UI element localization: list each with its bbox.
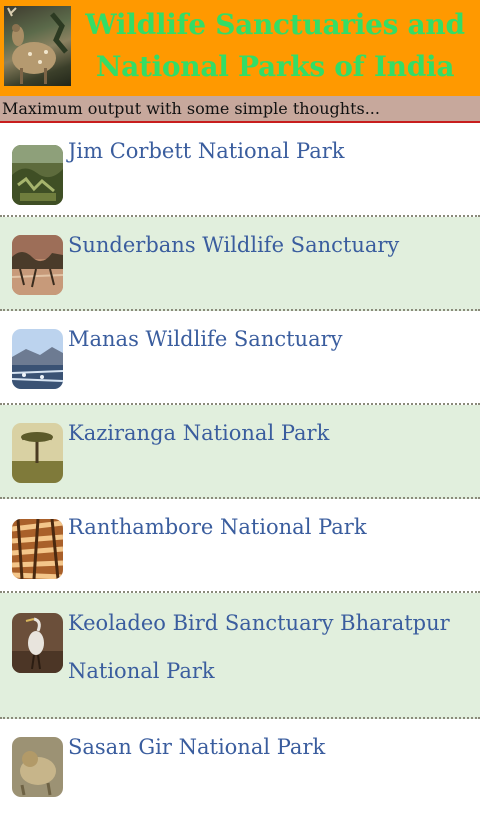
app-header: Wildlife Sanctuaries and National Parks … xyxy=(0,0,480,96)
lion-thumbnail xyxy=(12,737,63,797)
subtitle-text: Maximum output with some simple thoughts… xyxy=(2,99,380,118)
list-item-manas[interactable]: Manas Wildlife Sanctuary xyxy=(0,311,480,405)
list-item-label: Kaziranga National Park xyxy=(68,421,330,445)
heron-thumbnail xyxy=(12,613,63,673)
list-item-ranthambore[interactable]: Ranthambore National Park xyxy=(0,499,480,593)
list-item-label: Sasan Gir National Park xyxy=(68,735,326,759)
list-item-sasan-gir[interactable]: Sasan Gir National Park xyxy=(0,719,480,819)
deer-logo-icon xyxy=(4,6,71,86)
list-item-label: Ranthambore National Park xyxy=(68,515,367,539)
subtitle-bar: Maximum output with some simple thoughts… xyxy=(0,96,480,123)
mangrove-thumbnail xyxy=(12,235,63,295)
list-item-jim-corbett[interactable]: Jim Corbett National Park xyxy=(0,123,480,217)
list-item-sunderbans[interactable]: Sunderbans Wildlife Sanctuary xyxy=(0,217,480,311)
list-item-label: Manas Wildlife Sanctuary xyxy=(68,327,343,351)
forest-thumbnail xyxy=(12,145,63,205)
list-item-keoladeo[interactable]: Keoladeo Bird Sanctuary Bharatpur Nation… xyxy=(0,593,480,719)
list-item-label: Keoladeo Bird Sanctuary Bharatpur Nation… xyxy=(68,611,450,683)
list-item-label: Sunderbans Wildlife Sanctuary xyxy=(68,233,400,257)
list-item-kaziranga[interactable]: Kaziranga National Park xyxy=(0,405,480,499)
app-title: Wildlife Sanctuaries and National Parks … xyxy=(85,8,465,83)
list-item-label: Jim Corbett National Park xyxy=(68,139,345,163)
river-thumbnail xyxy=(12,329,63,389)
park-list: Jim Corbett National Park Sunderbans Wil… xyxy=(0,123,480,819)
tree-grassland-thumbnail xyxy=(12,423,63,483)
tiger-thumbnail xyxy=(12,519,63,579)
